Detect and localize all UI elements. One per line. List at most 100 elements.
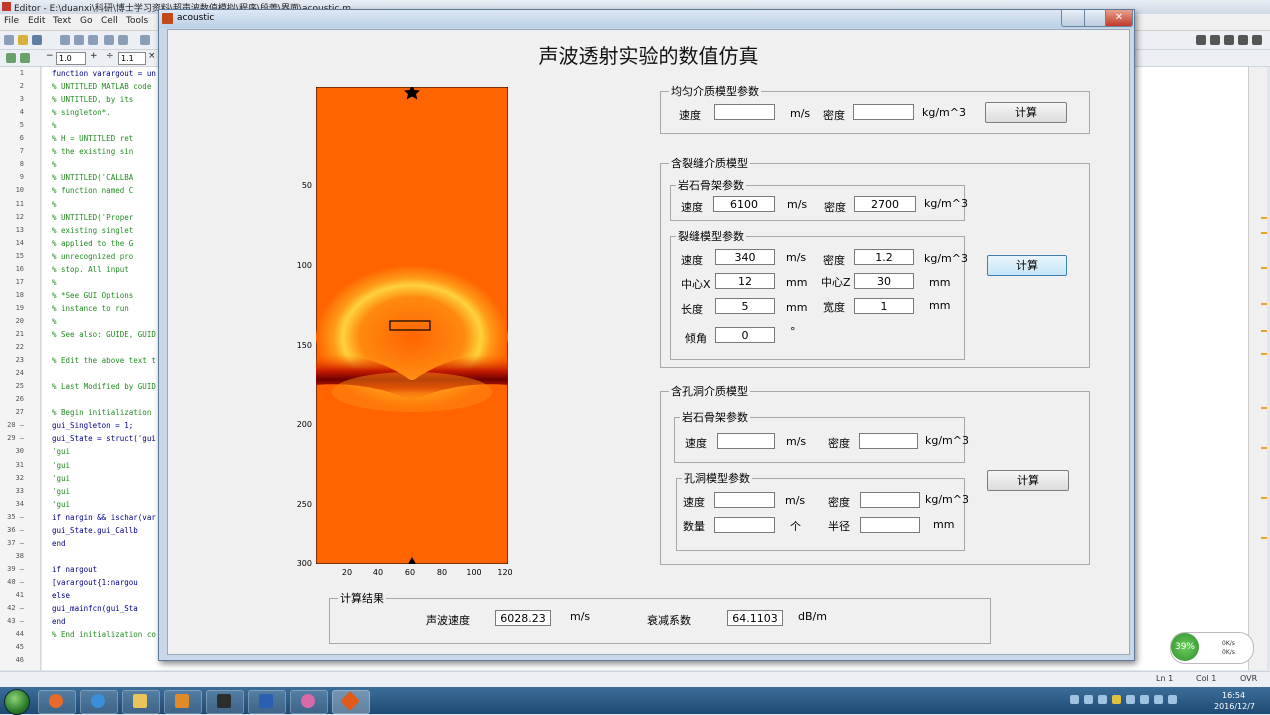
menu-cell[interactable]: Cell [101, 16, 118, 26]
paste-icon[interactable] [88, 35, 98, 45]
code-line[interactable]: % See also: GUIDE, GUID [52, 330, 156, 339]
code-line[interactable]: else [52, 591, 70, 600]
save-icon[interactable] [32, 35, 42, 45]
analysis-marker[interactable] [1261, 447, 1267, 449]
open-folder-icon[interactable] [18, 35, 28, 45]
code-line[interactable]: % UNTITLED MATLAB code [52, 82, 151, 91]
code-line[interactable]: gui_State.gui_Callb [52, 526, 138, 535]
code-line[interactable]: [varargout{1:nargou [52, 578, 138, 587]
analysis-marker[interactable] [1261, 330, 1267, 332]
fracture-density-input[interactable]: 1.2 [854, 249, 914, 265]
code-line[interactable]: % UNTITLED, by its [52, 95, 133, 104]
menu-tools[interactable]: Tools [126, 16, 148, 26]
clock-date[interactable]: 2016/12/7 [1214, 702, 1255, 711]
cell-icon[interactable] [6, 53, 16, 63]
print-icon[interactable] [140, 35, 150, 45]
code-line[interactable]: % End initialization co [52, 630, 156, 639]
analysis-marker[interactable] [1261, 303, 1267, 305]
code-line[interactable]: end [52, 617, 66, 626]
code-line[interactable]: function varargout = un [52, 69, 156, 78]
code-line[interactable]: end [52, 539, 66, 548]
split-vertical-icon[interactable] [1210, 35, 1220, 45]
copy-icon[interactable] [74, 35, 84, 45]
tile-layout-icon[interactable] [1196, 35, 1206, 45]
length-input[interactable]: 5 [715, 298, 775, 314]
taskbar-app-ie[interactable] [80, 690, 118, 714]
flag-icon[interactable] [1140, 695, 1149, 704]
tray-icon[interactable] [1084, 695, 1093, 704]
code-line[interactable]: % singleton*. [52, 108, 111, 117]
code-line[interactable]: gui_State = struct('gui [52, 434, 156, 443]
cut-icon[interactable] [60, 35, 70, 45]
volume-icon[interactable] [1168, 695, 1177, 704]
code-line[interactable]: % UNTITLED('Proper [52, 213, 133, 222]
close-button[interactable]: ✕ [1105, 10, 1133, 27]
taskbar-app-matlab[interactable] [332, 690, 370, 714]
code-line[interactable]: % UNTITLED('CALLBA [52, 173, 133, 182]
code-line[interactable]: % [52, 278, 57, 287]
analysis-marker[interactable] [1261, 497, 1267, 499]
memory-usage-badge[interactable]: 39% [1171, 633, 1199, 661]
clock-time[interactable]: 16:54 [1222, 691, 1245, 700]
analysis-marker[interactable] [1261, 232, 1267, 234]
code-line[interactable]: % Last Modified by GUID [52, 382, 156, 391]
hole-rock-speed-input[interactable] [717, 433, 775, 449]
uniform-calc-button[interactable]: 计算 [985, 102, 1067, 123]
hole-speed-input[interactable] [714, 492, 775, 508]
code-line[interactable]: if nargout [52, 565, 97, 574]
taskbar-app-explorer[interactable] [122, 690, 160, 714]
code-line[interactable]: % Begin initialization [52, 408, 151, 417]
code-line[interactable]: % function named C [52, 186, 133, 195]
maximize-pane-icon[interactable] [1252, 35, 1262, 45]
analysis-marker[interactable] [1261, 537, 1267, 539]
code-line[interactable]: % stop. All input [52, 265, 129, 274]
start-button[interactable] [4, 689, 30, 715]
cell-run-icon[interactable] [20, 53, 30, 63]
taskbar-app-paint[interactable] [290, 690, 328, 714]
analysis-marker[interactable] [1261, 407, 1267, 409]
code-line[interactable]: % the existing sin [52, 147, 133, 156]
divide-icon[interactable]: ÷ [106, 51, 114, 61]
analysis-marker[interactable] [1261, 353, 1267, 355]
decrement-value-field[interactable]: 1.0 [56, 52, 86, 65]
uniform-density-input[interactable] [853, 104, 914, 120]
code-line[interactable]: % applied to the G [52, 239, 133, 248]
hole-count-input[interactable] [714, 517, 775, 533]
float-icon[interactable] [1238, 35, 1248, 45]
tray-icon[interactable] [1098, 695, 1107, 704]
tray-icon[interactable] [1112, 695, 1121, 704]
taskbar-app-word[interactable] [248, 690, 286, 714]
hole-density-input[interactable] [860, 492, 920, 508]
code-line[interactable]: 'gui [52, 461, 70, 470]
code-line[interactable]: gui_mainfcn(gui_Sta [52, 604, 138, 613]
code-line[interactable]: 'gui [52, 474, 70, 483]
code-line[interactable]: % [52, 121, 57, 130]
code-line[interactable]: % Edit the above text t [52, 356, 156, 365]
hole-calc-button[interactable]: 计算 [987, 470, 1069, 491]
maximize-button[interactable] [1084, 10, 1106, 27]
code-line[interactable]: % instance to run [52, 304, 129, 313]
code-line[interactable]: % [52, 317, 57, 326]
fracture-speed-input[interactable]: 340 [715, 249, 775, 265]
code-line[interactable]: % H = UNTITLED ret [52, 134, 133, 143]
taskbar-app-media[interactable] [164, 690, 202, 714]
network-icon[interactable] [1154, 695, 1163, 704]
code-line[interactable]: 'gui [52, 447, 70, 456]
code-line[interactable]: if nargin && ischar(var [52, 513, 156, 522]
redo-icon[interactable] [118, 35, 128, 45]
minimize-button[interactable] [1061, 10, 1085, 27]
undo-icon[interactable] [104, 35, 114, 45]
menu-edit[interactable]: Edit [28, 16, 45, 26]
tilt-angle-input[interactable]: 0 [715, 327, 775, 343]
scale-value-field[interactable]: 1.1 [118, 52, 146, 65]
taskbar-app-camera[interactable] [206, 690, 244, 714]
taskbar-app-browser[interactable] [38, 690, 76, 714]
hole-rock-density-input[interactable] [859, 433, 918, 449]
code-line[interactable]: 'gui [52, 500, 70, 509]
width-input[interactable]: 1 [854, 298, 914, 314]
crack-rock-speed-input[interactable]: 6100 [713, 196, 775, 212]
decrement-icon[interactable]: − [46, 51, 54, 61]
split-horizontal-icon[interactable] [1224, 35, 1234, 45]
tray-icon[interactable] [1126, 695, 1135, 704]
wavefield-plot[interactable] [316, 87, 508, 564]
